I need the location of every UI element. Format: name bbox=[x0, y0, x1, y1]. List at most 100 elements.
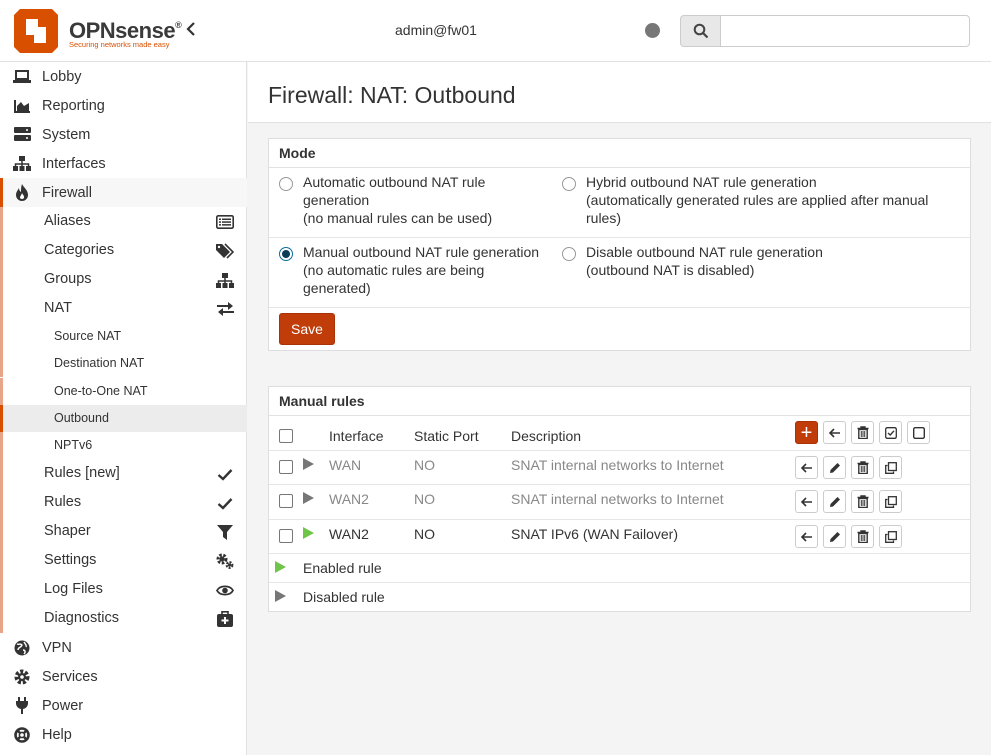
opnsense-logo[interactable] bbox=[12, 7, 60, 55]
pencil-icon bbox=[829, 462, 840, 473]
select-all-checkbox[interactable] bbox=[279, 429, 293, 443]
divider bbox=[269, 237, 970, 238]
sidebar-item-destination-nat[interactable]: Destination NAT bbox=[0, 350, 247, 377]
column-header-description[interactable]: Description bbox=[511, 428, 581, 444]
sidebar-item-firewall[interactable]: Firewall bbox=[0, 178, 247, 207]
sidebar-item-groups[interactable]: Groups bbox=[0, 265, 247, 294]
column-header-static-port[interactable]: Static Port bbox=[414, 428, 479, 444]
rule-checkbox[interactable] bbox=[279, 494, 293, 508]
main-content: Firewall: NAT: Outbound Mode Automatic o… bbox=[248, 62, 991, 755]
save-button[interactable]: Save bbox=[279, 313, 335, 345]
mode-radio-manual[interactable] bbox=[279, 247, 293, 261]
user-label[interactable]: admin@fw01 bbox=[395, 22, 477, 38]
divider bbox=[269, 307, 970, 308]
enabled-rule-legend: Enabled rule bbox=[303, 560, 382, 576]
move-rule-button[interactable] bbox=[795, 525, 818, 548]
divider bbox=[269, 519, 970, 520]
cogs-icon bbox=[216, 552, 234, 570]
sidebar-item-shaper[interactable]: Shaper bbox=[0, 517, 247, 546]
rule-checkbox[interactable] bbox=[279, 529, 293, 543]
edit-rule-button[interactable] bbox=[823, 490, 846, 513]
area-chart-icon bbox=[13, 97, 31, 115]
server-icon bbox=[13, 126, 31, 144]
sidebar-item-reporting[interactable]: Reporting bbox=[0, 91, 247, 120]
sidebar-item-rules-new[interactable]: Rules [new] bbox=[0, 459, 247, 488]
eye-icon bbox=[216, 581, 234, 599]
sidebar-item-categories[interactable]: Categories bbox=[0, 236, 247, 265]
divider bbox=[269, 450, 970, 451]
mode-radio-automatic[interactable] bbox=[279, 177, 293, 191]
delete-rule-button[interactable] bbox=[851, 490, 874, 513]
disabled-rule-legend-icon bbox=[275, 590, 286, 602]
edit-rule-button[interactable] bbox=[823, 456, 846, 479]
arrow-left-icon bbox=[800, 462, 812, 473]
sidebar-item-log-files[interactable]: Log Files bbox=[0, 575, 247, 604]
sidebar-item-services[interactable]: Services bbox=[0, 662, 247, 691]
rule-status-icon[interactable] bbox=[303, 492, 314, 504]
trash-icon bbox=[857, 426, 868, 439]
arrow-left-icon bbox=[800, 531, 812, 542]
mode-radio-hybrid[interactable] bbox=[562, 177, 576, 191]
sitemap-icon bbox=[216, 271, 234, 289]
sidebar-item-diagnostics[interactable]: Diagnostics bbox=[0, 604, 247, 633]
rule-description: SNAT IPv6 (WAN Failover) bbox=[511, 526, 678, 542]
sitemap-icon bbox=[13, 155, 31, 173]
check-icon bbox=[216, 465, 234, 483]
enabled-rule-legend-icon bbox=[275, 561, 286, 573]
plug-icon bbox=[13, 697, 31, 715]
rule-status-icon[interactable] bbox=[303, 458, 314, 470]
rule-checkbox[interactable] bbox=[279, 460, 293, 474]
square-icon bbox=[912, 426, 925, 439]
search-button[interactable] bbox=[680, 15, 721, 47]
sidebar-item-interfaces[interactable]: Interfaces bbox=[0, 149, 247, 178]
medkit-icon bbox=[216, 610, 234, 628]
sidebar-item-nat[interactable]: NAT bbox=[0, 294, 247, 323]
move-rule-button[interactable] bbox=[795, 490, 818, 513]
move-selected-button[interactable] bbox=[823, 421, 846, 444]
sidebar-item-vpn[interactable]: VPN bbox=[0, 633, 247, 662]
delete-rule-button[interactable] bbox=[851, 525, 874, 548]
delete-selected-button[interactable] bbox=[851, 421, 874, 444]
sidebar-item-lobby[interactable]: Lobby bbox=[0, 62, 247, 91]
sidebar-item-rules[interactable]: Rules bbox=[0, 488, 247, 517]
rule-static-port: NO bbox=[414, 457, 435, 473]
delete-rule-button[interactable] bbox=[851, 456, 874, 479]
arrow-left-icon bbox=[828, 427, 840, 438]
sidebar-item-one-to-one-nat[interactable]: One-to-One NAT bbox=[0, 378, 247, 405]
move-rule-button[interactable] bbox=[795, 456, 818, 479]
add-rule-button[interactable]: + bbox=[795, 421, 818, 444]
mode-option-automatic-label: Automatic outbound NAT rule generation (… bbox=[303, 174, 493, 226]
mode-option-hybrid-label: Hybrid outbound NAT rule generation (aut… bbox=[586, 174, 929, 226]
clone-rule-button[interactable] bbox=[879, 525, 902, 548]
sidebar-item-aliases[interactable]: Aliases bbox=[0, 207, 247, 236]
mode-radio-disable[interactable] bbox=[562, 247, 576, 261]
divider bbox=[269, 582, 970, 583]
sidebar-item-system[interactable]: System bbox=[0, 120, 247, 149]
divider bbox=[269, 553, 970, 554]
enable-selected-button[interactable] bbox=[879, 421, 902, 444]
mode-option-disable-label: Disable outbound NAT rule generation (ou… bbox=[586, 244, 823, 278]
rule-interface: WAN bbox=[329, 457, 362, 473]
collapse-sidebar-icon[interactable] bbox=[182, 20, 200, 42]
exchange-icon bbox=[216, 300, 234, 318]
rule-status-icon[interactable] bbox=[303, 527, 314, 539]
search-input[interactable] bbox=[720, 15, 970, 47]
sidebar-item-power[interactable]: Power bbox=[0, 691, 247, 720]
tags-icon bbox=[216, 242, 234, 260]
mode-heading: Mode bbox=[269, 139, 970, 168]
clone-rule-button[interactable] bbox=[879, 456, 902, 479]
rule-static-port: NO bbox=[414, 491, 435, 507]
sidebar-item-help[interactable]: Help bbox=[0, 720, 247, 749]
sidebar-item-settings[interactable]: Settings bbox=[0, 546, 247, 575]
column-header-interface[interactable]: Interface bbox=[329, 428, 383, 444]
check-square-icon bbox=[884, 426, 897, 439]
clone-icon bbox=[884, 495, 897, 508]
brand-tagline: Securing networks made easy bbox=[69, 40, 170, 49]
sidebar-item-source-nat[interactable]: Source NAT bbox=[0, 323, 247, 350]
life-ring-icon bbox=[13, 726, 31, 744]
edit-rule-button[interactable] bbox=[823, 525, 846, 548]
clone-rule-button[interactable] bbox=[879, 490, 902, 513]
sidebar-item-nptv6[interactable]: NPTv6 bbox=[0, 432, 247, 459]
sidebar-item-outbound[interactable]: Outbound bbox=[0, 405, 247, 432]
disable-selected-button[interactable] bbox=[907, 421, 930, 444]
